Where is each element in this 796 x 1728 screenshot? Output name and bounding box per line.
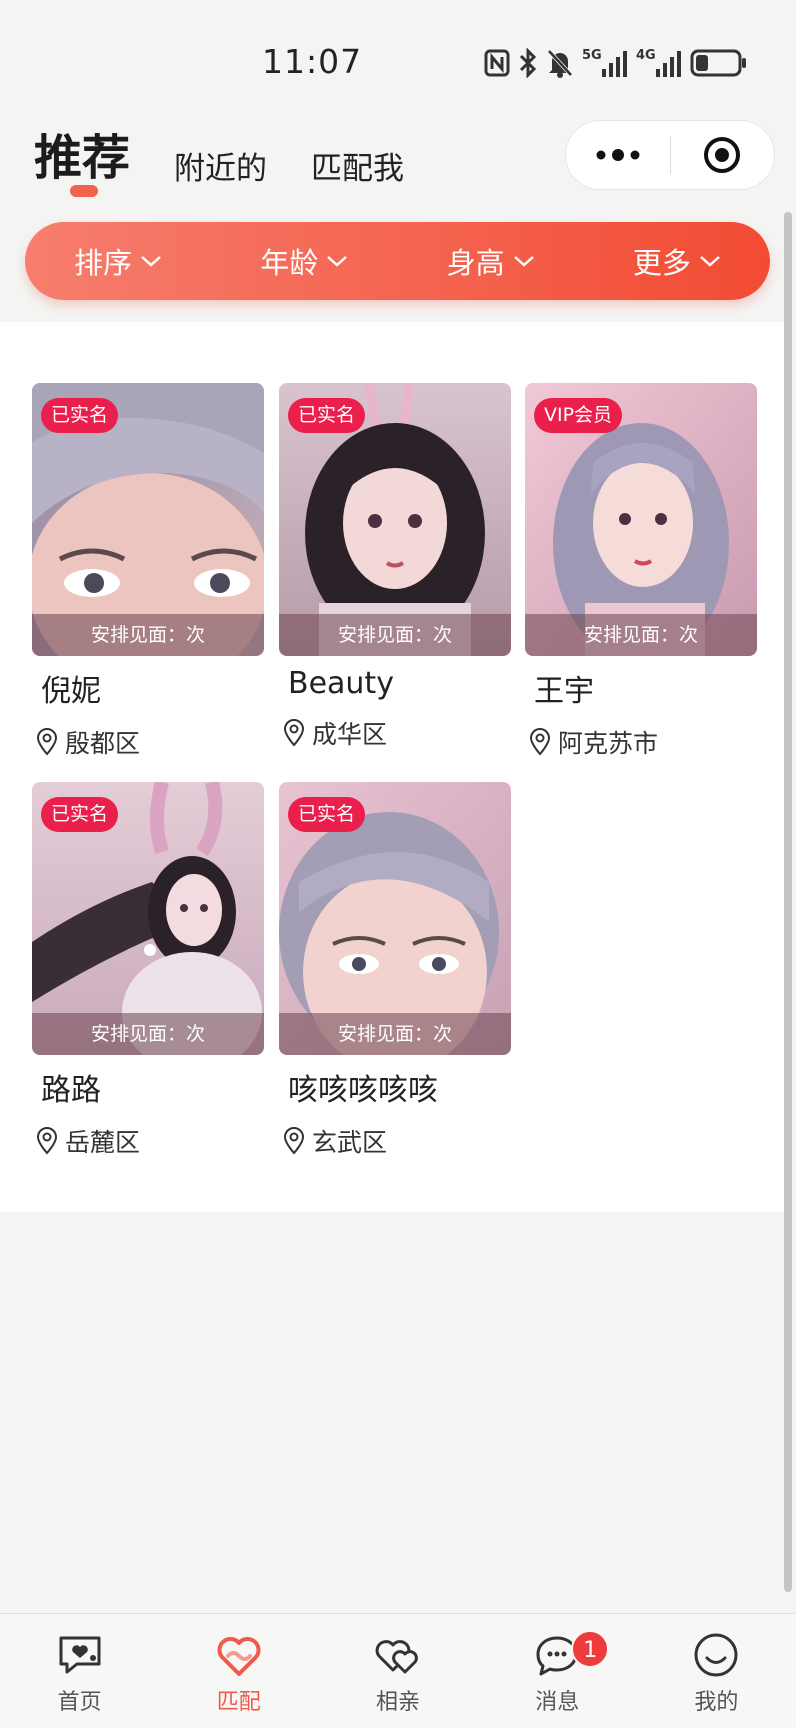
filter-age-label: 年龄 bbox=[260, 246, 319, 280]
active-tab-indicator bbox=[70, 185, 98, 197]
tab-matched-me[interactable]: 匹配我 bbox=[311, 143, 404, 188]
meet-count: 安排见面：次 bbox=[279, 614, 511, 656]
location-pin-icon bbox=[283, 719, 305, 747]
filter-age[interactable]: 年龄 bbox=[260, 240, 348, 282]
location-label: 阿克苏市 bbox=[558, 729, 659, 758]
home-chat-icon bbox=[55, 1630, 105, 1680]
chevron-down-icon bbox=[513, 256, 534, 267]
target-close-icon bbox=[704, 137, 741, 173]
nav-home[interactable]: 首页 bbox=[0, 1614, 159, 1728]
location-pin-icon bbox=[36, 728, 58, 756]
verification-badge: 已实名 bbox=[41, 398, 119, 433]
tab-nearby[interactable]: 附近的 bbox=[174, 143, 267, 188]
smile-icon bbox=[691, 1630, 741, 1680]
location-label: 殷都区 bbox=[65, 729, 141, 758]
filter-area: 排序 年龄 身高 更多 bbox=[0, 210, 796, 322]
nav-messages-label: 消息 bbox=[535, 1690, 580, 1715]
profile-photo[interactable]: VIP会员 安排见面：次 bbox=[525, 383, 757, 656]
nav-profile[interactable]: 我的 bbox=[637, 1614, 796, 1728]
bluetooth-icon bbox=[519, 48, 537, 78]
bottom-navigation: 首页 匹配 相亲 1 消息 我的 bbox=[0, 1613, 796, 1728]
profile-photo[interactable]: 已实名 安排见面：次 bbox=[279, 383, 511, 656]
location-pin-icon bbox=[283, 1127, 305, 1155]
profile-grid: 已实名 安排见面：次 倪妮 殷都区 已实名 安排见面：次 Beauty 成华区 … bbox=[0, 322, 784, 1212]
meet-count: 安排见面：次 bbox=[525, 614, 757, 656]
chevron-down-icon bbox=[141, 256, 161, 267]
meet-count: 安排见面：次 bbox=[32, 1013, 264, 1055]
profile-location: 殷都区 bbox=[35, 724, 264, 760]
signal-5g-icon: 5G bbox=[582, 48, 627, 77]
profile-photo[interactable]: 已实名 安排见面：次 bbox=[32, 782, 264, 1055]
profile-card[interactable]: VIP会员 安排见面：次 王宇 阿克苏市 bbox=[525, 383, 757, 760]
profile-name: Beauty bbox=[288, 666, 394, 701]
nfc-icon bbox=[484, 49, 510, 77]
page-scrollbar[interactable] bbox=[784, 212, 792, 1592]
svg-text:5G: 5G bbox=[582, 48, 602, 63]
svg-text:4G: 4G bbox=[636, 48, 656, 63]
nav-match[interactable]: 匹配 bbox=[159, 1614, 318, 1728]
profile-photo[interactable]: 已实名 安排见面：次 bbox=[279, 782, 511, 1055]
nav-home-label: 首页 bbox=[57, 1690, 102, 1715]
profile-card[interactable]: 已实名 安排见面：次 倪妮 殷都区 bbox=[32, 383, 264, 760]
profile-location: 成华区 bbox=[282, 715, 511, 751]
status-time: 11:07 bbox=[262, 42, 363, 81]
nav-profile-label: 我的 bbox=[694, 1690, 739, 1715]
match-heart-icon bbox=[214, 1630, 264, 1680]
verification-badge: 已实名 bbox=[288, 398, 366, 433]
nav-blind-date[interactable]: 相亲 bbox=[318, 1614, 477, 1728]
status-icons: 5G 4G bbox=[484, 44, 748, 82]
unread-badge: 1 bbox=[571, 1630, 610, 1668]
profile-location: 阿克苏市 bbox=[528, 724, 757, 760]
profile-card[interactable]: 已实名 安排见面：次 路路 岳麓区 bbox=[32, 782, 264, 1159]
profile-card[interactable]: 已实名 安排见面：次 咳咳咳咳咳 玄武区 bbox=[279, 782, 511, 1159]
filter-bar: 排序 年龄 身高 更多 bbox=[25, 222, 770, 300]
filter-height-label: 身高 bbox=[446, 246, 505, 280]
signal-4g-icon: 4G bbox=[636, 48, 681, 77]
location-pin-icon bbox=[529, 728, 551, 756]
meet-count: 安排见面：次 bbox=[32, 614, 264, 656]
filter-height[interactable]: 身高 bbox=[447, 240, 535, 282]
nav-messages[interactable]: 1 消息 bbox=[478, 1614, 637, 1728]
location-label: 岳麓区 bbox=[65, 1128, 141, 1157]
profile-name: 路路 bbox=[41, 1073, 101, 1108]
location-label: 玄武区 bbox=[312, 1128, 388, 1157]
verification-badge: 已实名 bbox=[288, 797, 366, 832]
nav-blind-date-label: 相亲 bbox=[376, 1690, 421, 1715]
location-label: 成华区 bbox=[312, 720, 388, 749]
profile-name: 倪妮 bbox=[41, 674, 101, 709]
chevron-down-icon bbox=[327, 256, 348, 267]
more-dots-icon bbox=[596, 149, 640, 161]
status-bar: 11:07 5G 4G bbox=[0, 0, 796, 110]
app-screen: 11:07 5G 4G 推荐 附近的 匹配我 排序 年龄 身高 更多 已实名 安… bbox=[0, 0, 796, 1728]
profile-location: 玄武区 bbox=[282, 1123, 511, 1159]
filter-more[interactable]: 更多 bbox=[633, 240, 721, 282]
filter-sort-label: 排序 bbox=[74, 246, 133, 280]
filter-sort[interactable]: 排序 bbox=[74, 240, 162, 282]
mini-program-capsule bbox=[565, 120, 775, 190]
close-mini-program-button[interactable] bbox=[671, 121, 775, 189]
double-heart-icon bbox=[373, 1630, 423, 1680]
filter-more-label: 更多 bbox=[632, 246, 691, 280]
verification-badge: 已实名 bbox=[41, 797, 119, 832]
meet-count: 安排见面：次 bbox=[279, 1013, 511, 1055]
top-tabs: 推荐 附近的 匹配我 bbox=[34, 118, 448, 188]
tab-recommend[interactable]: 推荐 bbox=[34, 118, 130, 188]
location-pin-icon bbox=[36, 1127, 58, 1155]
nav-match-label: 匹配 bbox=[216, 1690, 261, 1715]
vip-badge: VIP会员 bbox=[534, 398, 623, 433]
battery-icon bbox=[690, 49, 746, 77]
chevron-down-icon bbox=[700, 256, 720, 267]
profile-card[interactable]: 已实名 安排见面：次 Beauty 成华区 bbox=[279, 383, 511, 751]
more-options-button[interactable] bbox=[566, 121, 670, 189]
mute-bell-icon bbox=[547, 49, 573, 78]
profile-name: 王宇 bbox=[534, 674, 594, 709]
profile-photo[interactable]: 已实名 安排见面：次 bbox=[32, 383, 264, 656]
profile-location: 岳麓区 bbox=[35, 1123, 264, 1159]
profile-name: 咳咳咳咳咳 bbox=[288, 1073, 438, 1108]
